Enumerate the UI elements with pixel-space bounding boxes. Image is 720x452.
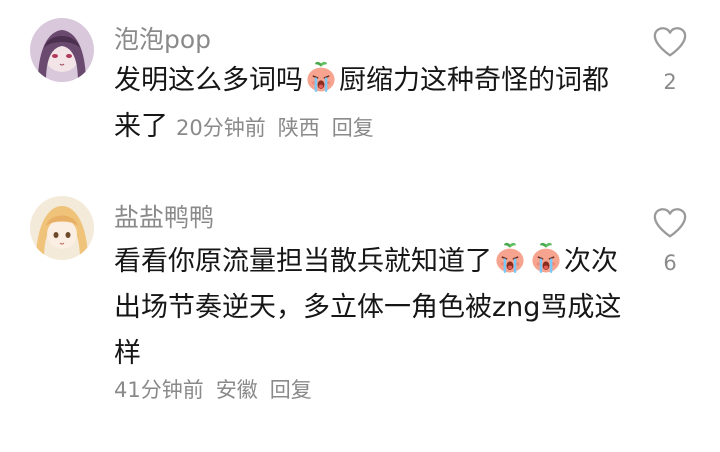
comment-text-part: 发明这么多词吗 xyxy=(114,65,303,96)
timestamp: 20分钟前 xyxy=(176,116,266,140)
comment-text: 看看你原流量担当散兵就知道了 次次出场节奏逆天，多立体一角色被zng骂成这样 xyxy=(114,239,634,377)
username[interactable]: 泡泡pop xyxy=(114,20,211,56)
like-button[interactable]: 6 xyxy=(648,207,692,275)
like-button[interactable]: 2 xyxy=(648,26,692,94)
crying-face-emoji-icon xyxy=(304,60,338,94)
like-count: 6 xyxy=(663,251,677,275)
crying-face-emoji-icon xyxy=(493,241,527,275)
location: 安徽 xyxy=(215,378,258,402)
comment-meta: 41分钟前 安徽 回复 xyxy=(114,374,324,404)
heart-icon[interactable] xyxy=(652,207,688,239)
comment-text: 发明这么多词吗 厨缩力这种奇怪的词都来了 20分钟前 陕西 回复 xyxy=(114,58,634,151)
like-count: 2 xyxy=(663,70,677,94)
heart-icon[interactable] xyxy=(652,26,688,58)
comment-text-part: 看看你原流量担当散兵就知道了 xyxy=(114,246,492,277)
reply-button[interactable]: 回复 xyxy=(332,116,374,140)
comment-item: 盐盐鸭鸭 看看你原流量担当散兵就知道了 次次出场节奏逆天，多立体一角色被zng骂成… xyxy=(0,180,720,420)
username[interactable]: 盐盐鸭鸭 xyxy=(114,198,214,234)
comment-item: 泡泡pop 发明这么多词吗 厨缩力这种奇怪的词都来了 20分钟前 陕西 回复 2 xyxy=(0,0,720,160)
crying-face-emoji-icon xyxy=(529,241,563,275)
avatar[interactable] xyxy=(30,196,94,260)
avatar[interactable] xyxy=(30,18,94,82)
location: 陕西 xyxy=(277,116,320,140)
timestamp: 41分钟前 xyxy=(114,378,204,402)
reply-button[interactable]: 回复 xyxy=(270,378,312,402)
comment-meta: 20分钟前 陕西 回复 xyxy=(176,116,386,140)
